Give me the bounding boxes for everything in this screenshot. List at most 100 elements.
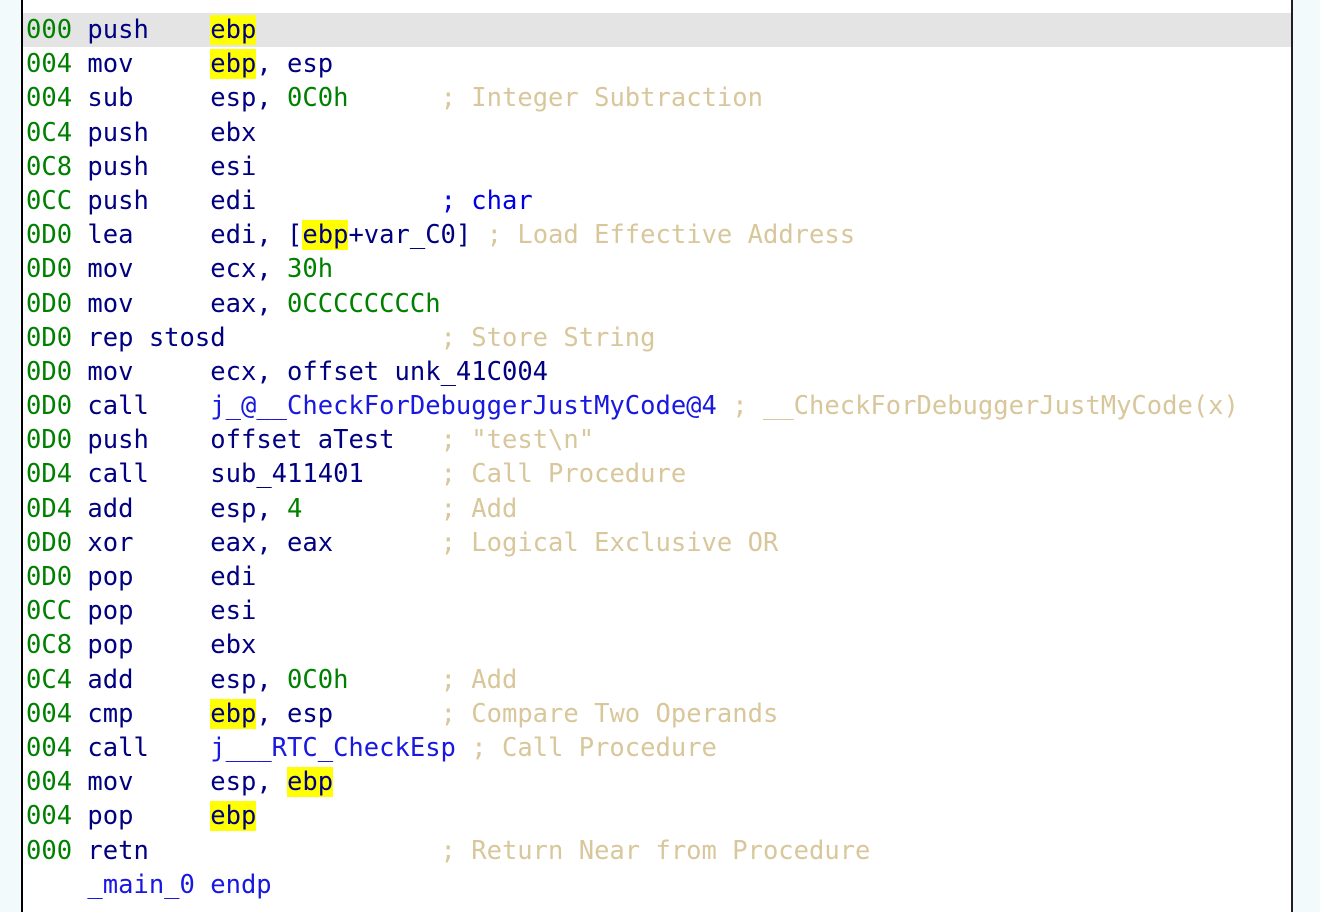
instruction-mnemonic[interactable]: pop: [87, 596, 133, 626]
auto-comment[interactable]: ; __CheckForDebuggerJustMyCode(x): [732, 391, 1239, 421]
operand-token[interactable]: esi: [210, 596, 256, 626]
highlighted-operand[interactable]: ebp: [210, 49, 257, 80]
listing-line[interactable]: 0D0 push offset aTest ; "test\n": [23, 423, 1291, 457]
listing-line[interactable]: 000 push ebp: [23, 13, 1291, 48]
instruction-mnemonic[interactable]: call: [87, 733, 148, 763]
auto-comment[interactable]: ; Call Procedure: [441, 459, 687, 489]
disassembly-node[interactable]: 000 push ebp 004 mov ebp, esp 004 sub esp,…: [21, 0, 1293, 912]
instruction-mnemonic[interactable]: add: [87, 494, 133, 524]
disassembly-listing[interactable]: 000 push ebp 004 mov ebp, esp 004 sub esp,…: [23, 13, 1291, 902]
instruction-mnemonic[interactable]: mov: [87, 767, 133, 797]
operand-token[interactable]: esp: [210, 767, 256, 797]
auto-comment[interactable]: ; "test\n": [441, 425, 595, 455]
operand-token[interactable]: esp: [287, 699, 333, 729]
instruction-mnemonic[interactable]: retn: [87, 836, 148, 866]
instruction-mnemonic[interactable]: call: [87, 459, 148, 489]
operand-token[interactable]: edi: [210, 220, 256, 250]
operand-token[interactable]: esp: [210, 83, 256, 113]
listing-line[interactable]: 0C8 push esi: [23, 150, 1291, 184]
highlighted-operand[interactable]: ebp: [287, 767, 334, 798]
numeric-literal[interactable]: 0C0h: [287, 665, 348, 695]
auto-comment[interactable]: ; Add: [441, 665, 518, 695]
name-reference[interactable]: var_C0: [364, 220, 456, 250]
instruction-mnemonic[interactable]: push: [87, 152, 148, 182]
operand-token[interactable]: ecx: [210, 357, 256, 387]
instruction-mnemonic[interactable]: mov: [87, 49, 133, 79]
auto-comment[interactable]: ; Logical Exclusive OR: [441, 528, 779, 558]
instruction-mnemonic[interactable]: push: [87, 186, 148, 216]
instruction-mnemonic[interactable]: cmp: [87, 699, 133, 729]
listing-line[interactable]: 0D0 xor eax, eax ; Logical Exclusive OR: [23, 526, 1291, 560]
highlighted-operand[interactable]: ebp: [302, 220, 349, 251]
operand-token[interactable]: esp: [210, 665, 256, 695]
listing-line[interactable]: 0C4 push ebx: [23, 116, 1291, 150]
listing-line[interactable]: 0D0 mov eax, 0CCCCCCCCh: [23, 287, 1291, 321]
operand-token[interactable]: esp: [210, 494, 256, 524]
instruction-mnemonic[interactable]: lea: [87, 220, 133, 250]
operand-token[interactable]: ebx: [210, 118, 256, 148]
auto-comment[interactable]: ; Compare Two Operands: [441, 699, 779, 729]
listing-line[interactable]: 004 mov esp, ebp: [23, 765, 1291, 799]
listing-line[interactable]: _main_0 endp: [23, 868, 1291, 902]
numeric-literal[interactable]: 0CCCCCCCCh: [287, 289, 441, 319]
auto-comment[interactable]: ; Store String: [441, 323, 656, 353]
type-comment[interactable]: ; char: [441, 186, 533, 216]
name-reference[interactable]: aTest: [318, 425, 395, 455]
operand-token[interactable]: eax: [287, 528, 333, 558]
instruction-mnemonic[interactable]: push: [87, 15, 148, 45]
procedure-end-label[interactable]: _main_0 endp: [87, 870, 271, 900]
listing-line[interactable]: 0D0 lea edi, [ebp+var_C0] ; Load Effecti…: [23, 218, 1291, 252]
code-reference[interactable]: j___RTC_CheckEsp: [210, 733, 456, 763]
operand-token[interactable]: edi: [210, 562, 256, 592]
listing-line[interactable]: 004 cmp ebp, esp ; Compare Two Operands: [23, 697, 1291, 731]
listing-line[interactable]: 0D0 rep stosd ; Store String: [23, 321, 1291, 355]
listing-line[interactable]: 000 retn ; Return Near from Procedure: [23, 834, 1291, 868]
ida-disassembly-pane[interactable]: 000 push ebp 004 mov ebp, esp 004 sub esp,…: [0, 0, 1320, 912]
auto-comment[interactable]: ; Load Effective Address: [487, 220, 855, 250]
numeric-literal[interactable]: 4: [287, 494, 302, 524]
operand-token[interactable]: offset: [287, 357, 379, 387]
operand-token[interactable]: esp: [287, 49, 333, 79]
operand-token[interactable]: eax: [210, 528, 256, 558]
listing-line[interactable]: 0D0 pop edi: [23, 560, 1291, 594]
instruction-mnemonic[interactable]: add: [87, 665, 133, 695]
instruction-mnemonic[interactable]: sub: [87, 83, 133, 113]
listing-line[interactable]: 0D0 mov ecx, 30h: [23, 252, 1291, 286]
listing-line[interactable]: 0CC pop esi: [23, 594, 1291, 628]
listing-line[interactable]: 004 call j___RTC_CheckEsp ; Call Procedu…: [23, 731, 1291, 765]
numeric-literal[interactable]: 0C0h: [287, 83, 348, 113]
highlighted-operand[interactable]: ebp: [210, 801, 257, 832]
operand-token[interactable]: offset: [210, 425, 302, 455]
instruction-mnemonic[interactable]: pop: [87, 562, 133, 592]
listing-line[interactable]: 0C8 pop ebx: [23, 628, 1291, 662]
instruction-mnemonic[interactable]: push: [87, 425, 148, 455]
listing-line[interactable]: 004 mov ebp, esp: [23, 47, 1291, 81]
instruction-mnemonic[interactable]: mov: [87, 357, 133, 387]
listing-line[interactable]: 0D0 mov ecx, offset unk_41C004: [23, 355, 1291, 389]
auto-comment[interactable]: ; Return Near from Procedure: [441, 836, 871, 866]
listing-line[interactable]: 0D4 add esp, 4 ; Add: [23, 492, 1291, 526]
listing-line[interactable]: 004 pop ebp: [23, 799, 1291, 833]
name-reference[interactable]: sub_411401: [210, 459, 364, 489]
auto-comment[interactable]: ; Add: [441, 494, 518, 524]
operand-token[interactable]: ecx: [210, 254, 256, 284]
operand-token[interactable]: ebx: [210, 630, 256, 660]
auto-comment[interactable]: ; Call Procedure: [471, 733, 717, 763]
listing-line[interactable]: 0C4 add esp, 0C0h ; Add: [23, 663, 1291, 697]
name-reference[interactable]: unk_41C004: [395, 357, 549, 387]
operand-token[interactable]: eax: [210, 289, 256, 319]
listing-line[interactable]: 0D0 call j_@__CheckForDebuggerJustMyCode…: [23, 389, 1291, 423]
highlighted-operand[interactable]: ebp: [210, 15, 257, 45]
listing-line[interactable]: 0CC push edi ; char: [23, 184, 1291, 218]
operand-token[interactable]: esi: [210, 152, 256, 182]
numeric-literal[interactable]: 30h: [287, 254, 333, 284]
auto-comment[interactable]: ; Integer Subtraction: [441, 83, 763, 113]
instruction-mnemonic[interactable]: mov: [87, 254, 133, 284]
listing-line[interactable]: 0D4 call sub_411401 ; Call Procedure: [23, 457, 1291, 491]
code-reference[interactable]: j_@__CheckForDebuggerJustMyCode@4: [210, 391, 717, 421]
instruction-mnemonic[interactable]: mov: [87, 289, 133, 319]
instruction-mnemonic[interactable]: call: [87, 391, 148, 421]
listing-line[interactable]: 004 sub esp, 0C0h ; Integer Subtraction: [23, 81, 1291, 115]
instruction-mnemonic[interactable]: pop: [87, 801, 133, 831]
instruction-mnemonic[interactable]: push: [87, 118, 148, 148]
